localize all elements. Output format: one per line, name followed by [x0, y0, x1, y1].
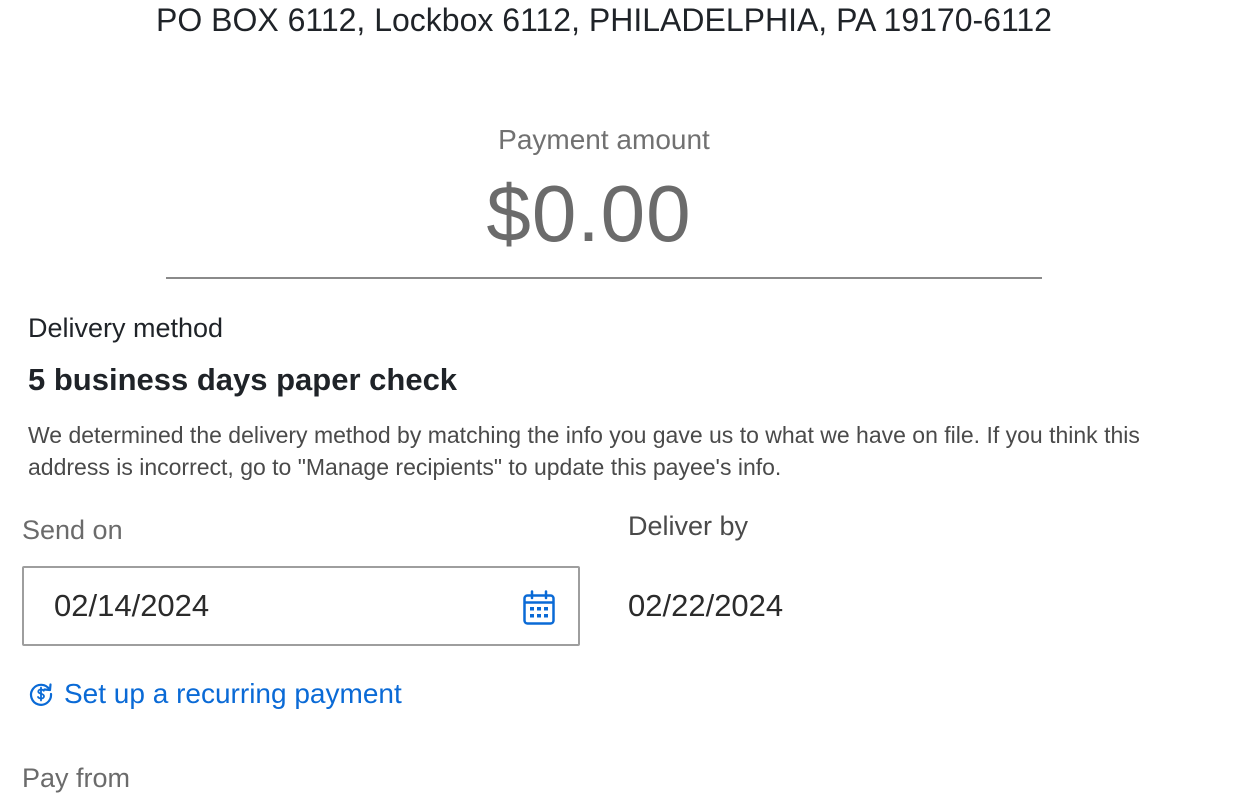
- recurring-dollar-icon: [29, 683, 53, 706]
- pay-from-label: Pay from: [22, 763, 131, 793]
- delivery-method-value: 5 business days paper check: [28, 362, 458, 397]
- payment-form: PO BOX 6112, Lockbox 6112, PHILADELPHIA,…: [0, 0, 1246, 808]
- send-on-date-field[interactable]: 02/14/2024: [22, 566, 580, 646]
- recurring-payment-label[interactable]: Set up a recurring payment: [64, 674, 402, 714]
- calendar-icon[interactable]: [522, 590, 556, 626]
- payee-address: PO BOX 6112, Lockbox 6112, PHILADELPHIA,…: [156, 2, 1052, 38]
- payment-amount-underline: [166, 277, 1042, 279]
- send-on-date-value[interactable]: 02/14/2024: [54, 586, 209, 626]
- delivery-method-note: We determined the delivery method by mat…: [28, 422, 1140, 480]
- deliver-by-date: 02/22/2024: [628, 588, 784, 623]
- payment-amount-label: Payment amount: [498, 124, 710, 155]
- send-on-label: Send on: [22, 515, 123, 545]
- payment-amount-input[interactable]: $0.00: [0, 168, 1178, 260]
- deliver-by-label: Deliver by: [628, 511, 749, 541]
- delivery-method-label: Delivery method: [28, 313, 224, 343]
- recurring-payment-link[interactable]: Set up a recurring payment: [28, 674, 402, 714]
